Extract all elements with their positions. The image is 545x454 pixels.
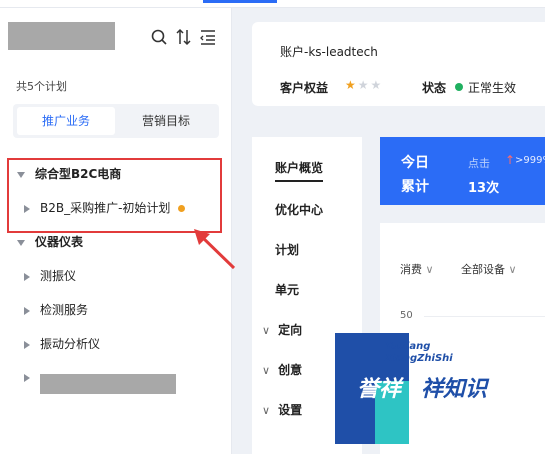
tab-promotion-business[interactable]: 推广业务: [17, 107, 115, 135]
click-value: 13次: [468, 181, 500, 196]
tree-group-label: 仪器仪表: [35, 235, 84, 249]
today-title: 今日累计: [401, 155, 429, 195]
nav-targeting[interactable]: ∨ 定向: [262, 321, 302, 338]
chevron-down-icon: ∨: [262, 364, 271, 377]
tree-item-label: 测振仪: [40, 269, 77, 283]
chevron-down-icon: ∨: [262, 404, 271, 417]
click-label: 点击: [468, 157, 490, 170]
nav-unit[interactable]: 单元: [275, 281, 299, 298]
nav-account-overview[interactable]: 账户概览: [275, 159, 324, 182]
arrow-up-icon: ↑: [505, 153, 516, 167]
tree-item-label: 检测服务: [40, 303, 89, 317]
watermark-cn-part1: 誉祥: [357, 377, 402, 402]
watermark-en-line2: XiangZhiShi: [385, 353, 453, 364]
tab-marketing-goal[interactable]: 营销目标: [117, 107, 215, 135]
highlight-box: [7, 158, 222, 233]
caret-right-icon: [24, 340, 30, 349]
metric-select-value: 消费: [400, 263, 422, 276]
click-change-ratio: >999%: [515, 155, 545, 166]
caret-right-icon: [24, 306, 30, 315]
device-select-value: 全部设备: [461, 263, 505, 276]
account-card: 账户-ks-leadtech 客户权益 ★★★ 状态 正常生效: [252, 22, 545, 106]
segmented-tabs: 推广业务 营销目标: [13, 104, 219, 138]
caret-right-icon: [24, 373, 30, 382]
metric-select[interactable]: 消费 ∨: [400, 261, 434, 277]
redacted-search-field[interactable]: [8, 22, 115, 50]
search-icon[interactable]: [150, 28, 168, 46]
tree-item-label: 振动分析仪: [40, 337, 101, 351]
collapse-list-icon[interactable]: [199, 28, 217, 46]
nav-label: 设置: [278, 403, 303, 417]
watermark-en-line1: YuXiang: [385, 341, 431, 352]
annotation-arrow-icon: [194, 229, 236, 270]
account-name: 账户-ks-leadtech: [280, 45, 378, 59]
nav-optimization-center[interactable]: 优化中心: [275, 201, 323, 218]
tree-group-instruments[interactable]: 仪器仪表: [17, 233, 83, 250]
plan-count: 共5个计划: [16, 80, 67, 93]
nav-creative[interactable]: ∨ 创意: [262, 361, 302, 378]
chevron-down-icon: ∨: [508, 263, 517, 276]
equity-label: 客户权益: [280, 81, 329, 95]
tree-item-child[interactable]: 检测服务: [24, 301, 88, 318]
star-empty-icon: ★: [357, 78, 371, 92]
nav-plan[interactable]: 计划: [275, 241, 299, 258]
nav-label: 创意: [278, 363, 303, 377]
status-label: 状态: [422, 81, 447, 95]
tree-item-redacted[interactable]: [24, 370, 40, 384]
nav-settings[interactable]: ∨ 设置: [262, 401, 302, 418]
tree-item-child[interactable]: 测振仪: [24, 267, 76, 284]
redacted-label-block: [40, 374, 176, 394]
caret-down-icon: [17, 239, 25, 246]
chevron-down-icon: ∨: [425, 263, 434, 276]
tree-item-child[interactable]: 振动分析仪: [24, 335, 100, 352]
watermark-en-text: YuXiang XiangZhiShi: [385, 341, 453, 365]
top-strip: [0, 0, 545, 8]
nav-label: 定向: [278, 323, 303, 337]
y-axis-tick: 50: [400, 310, 413, 321]
status-value: 正常生效: [468, 81, 517, 95]
active-top-tab-indicator: [203, 0, 277, 3]
equity-rating: ★★★: [345, 78, 383, 92]
star-empty-icon: ★: [370, 78, 384, 92]
watermark-cn-part2: 祥知识: [421, 377, 488, 402]
sort-icon[interactable]: [175, 28, 193, 46]
today-summary-card[interactable]: 今日累计 点击 ↑ >999% 13次: [380, 137, 545, 205]
caret-right-icon: [24, 272, 30, 281]
device-select[interactable]: 全部设备 ∨: [461, 261, 517, 277]
star-filled-icon: ★: [345, 78, 358, 92]
watermark-logo: YuXiang XiangZhiShi 誉祥 祥知识: [335, 333, 545, 444]
status-ok-dot-icon: [455, 83, 463, 91]
grid-line: [424, 316, 545, 317]
chevron-down-icon: ∨: [262, 324, 271, 337]
